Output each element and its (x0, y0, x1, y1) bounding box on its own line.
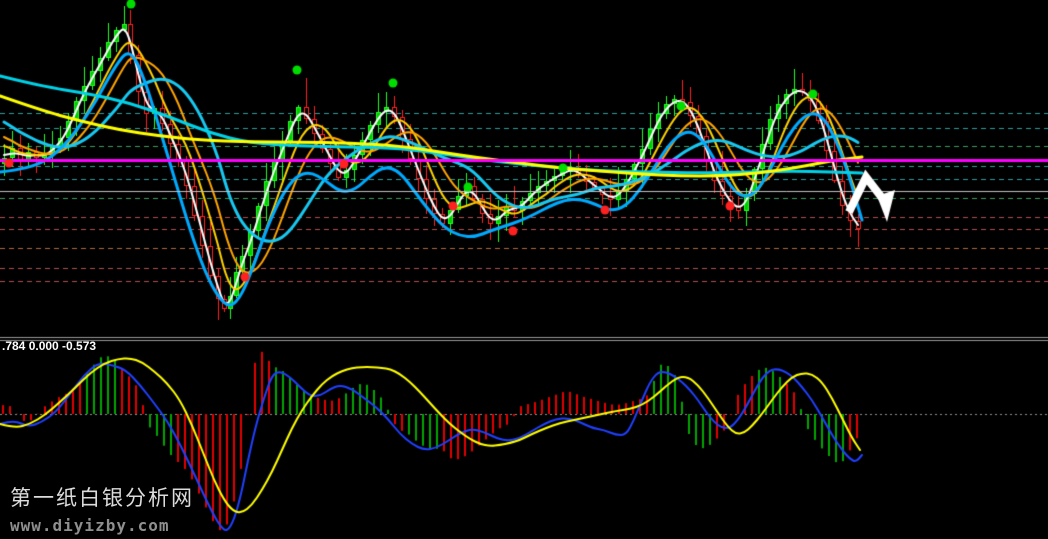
chart-canvas[interactable] (0, 0, 1048, 539)
watermark-site-url: www.diyizby.com (10, 516, 194, 535)
watermark-site-name: 第一纸白银分析网 (10, 482, 194, 512)
indicator-values-label: .784 0.000 -0.573 (2, 339, 96, 353)
trading-chart-window: .784 0.000 -0.573 第一纸白银分析网 www.diyizby.c… (0, 0, 1048, 539)
watermark: 第一纸白银分析网 www.diyizby.com (10, 482, 194, 535)
